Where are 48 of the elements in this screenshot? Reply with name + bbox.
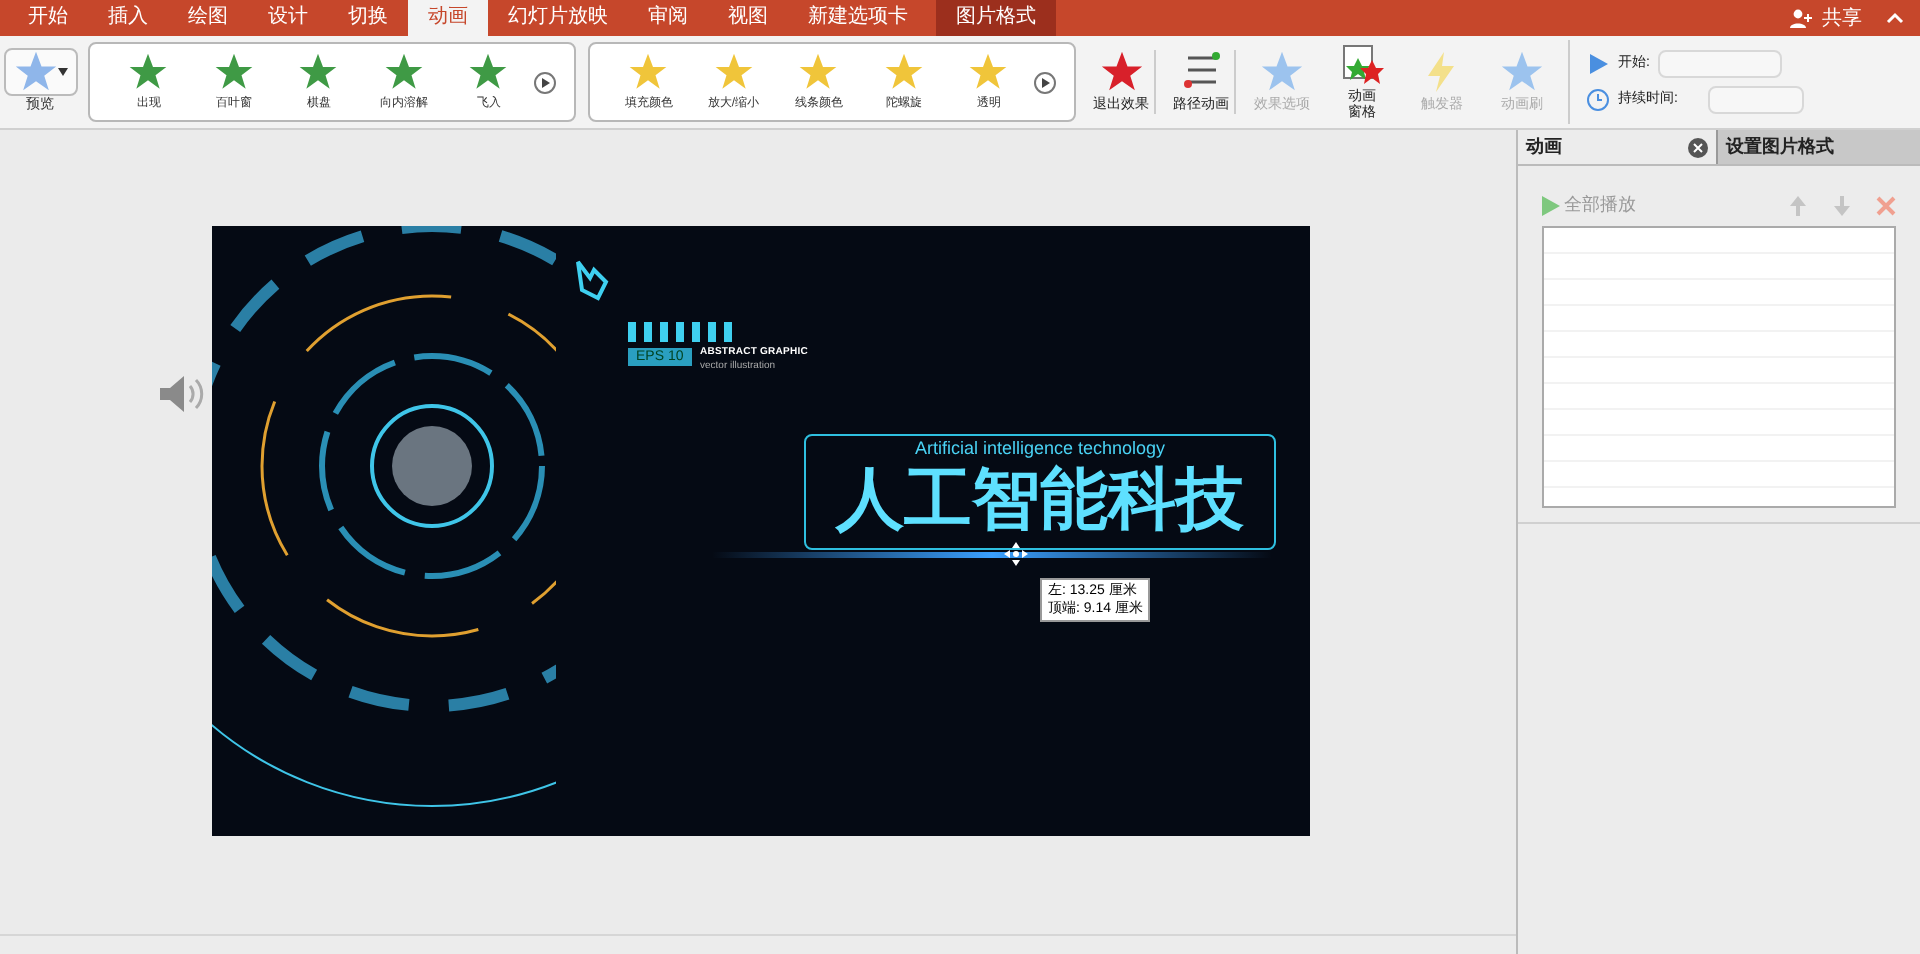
star-icon	[128, 51, 169, 91]
star-icon	[213, 51, 254, 91]
delete-icon[interactable]	[1876, 195, 1896, 216]
star-icon	[383, 51, 424, 91]
ribbon-tab[interactable]: 新建选项卡	[788, 0, 928, 36]
ribbon-tab[interactable]: 设计	[248, 0, 328, 36]
speaker-icon[interactable]	[156, 370, 204, 418]
star-icon	[1099, 50, 1143, 94]
play-icon	[1586, 52, 1610, 76]
gallery-next-icon[interactable]	[1033, 71, 1056, 93]
ribbon-tab[interactable]: 幻灯片放映	[488, 0, 628, 36]
pane-tab[interactable]: 设置图片格式	[1716, 130, 1920, 164]
ribbon-tab[interactable]: 视图	[708, 0, 788, 36]
caret-icon	[57, 67, 67, 76]
star-icon	[298, 51, 339, 91]
ribbon-tab[interactable]: 插入	[88, 0, 168, 36]
gallery-next-icon[interactable]	[533, 71, 556, 93]
ribbon-tab[interactable]: 开始	[8, 0, 88, 36]
slide-caption: Artificial intelligence technology	[914, 438, 1166, 460]
move-handle-icon[interactable]	[1004, 542, 1028, 566]
close-icon[interactable]	[1688, 137, 1708, 157]
ribbon-tab[interactable]: 动画	[408, 0, 488, 36]
ribbon-tab[interactable]: 切换	[328, 0, 408, 36]
path-lines-icon	[1179, 50, 1223, 94]
preview-star-icon	[13, 49, 57, 94]
star-icon	[883, 51, 924, 91]
star-icon	[713, 51, 754, 91]
timing-field[interactable]	[1707, 86, 1804, 114]
star-icon	[628, 51, 669, 91]
star-icon	[1260, 50, 1304, 94]
pane-star-icon	[1340, 42, 1384, 86]
arrow-up-icon[interactable]	[1788, 195, 1808, 216]
ribbon-tab[interactable]: 审阅	[628, 0, 708, 36]
share-button[interactable]: 共享	[1782, 0, 1870, 36]
ribbon-tab[interactable]: 绘图	[168, 0, 248, 36]
play-icon	[1542, 195, 1560, 216]
collapse-caret-icon[interactable]	[1886, 12, 1904, 24]
star-icon	[968, 51, 1009, 91]
star-brush-icon	[1500, 50, 1544, 94]
timing-field[interactable]	[1657, 50, 1782, 78]
add-person-icon	[1790, 8, 1814, 28]
animation-list[interactable]	[1542, 225, 1896, 507]
ribbon-tab[interactable]: 图片格式	[936, 0, 1056, 36]
star-icon	[798, 51, 839, 91]
star-icon	[468, 51, 509, 91]
clock-icon	[1586, 88, 1610, 112]
slide-title: 人工智能科技	[836, 460, 1244, 540]
arrow-down-icon[interactable]	[1832, 195, 1852, 216]
